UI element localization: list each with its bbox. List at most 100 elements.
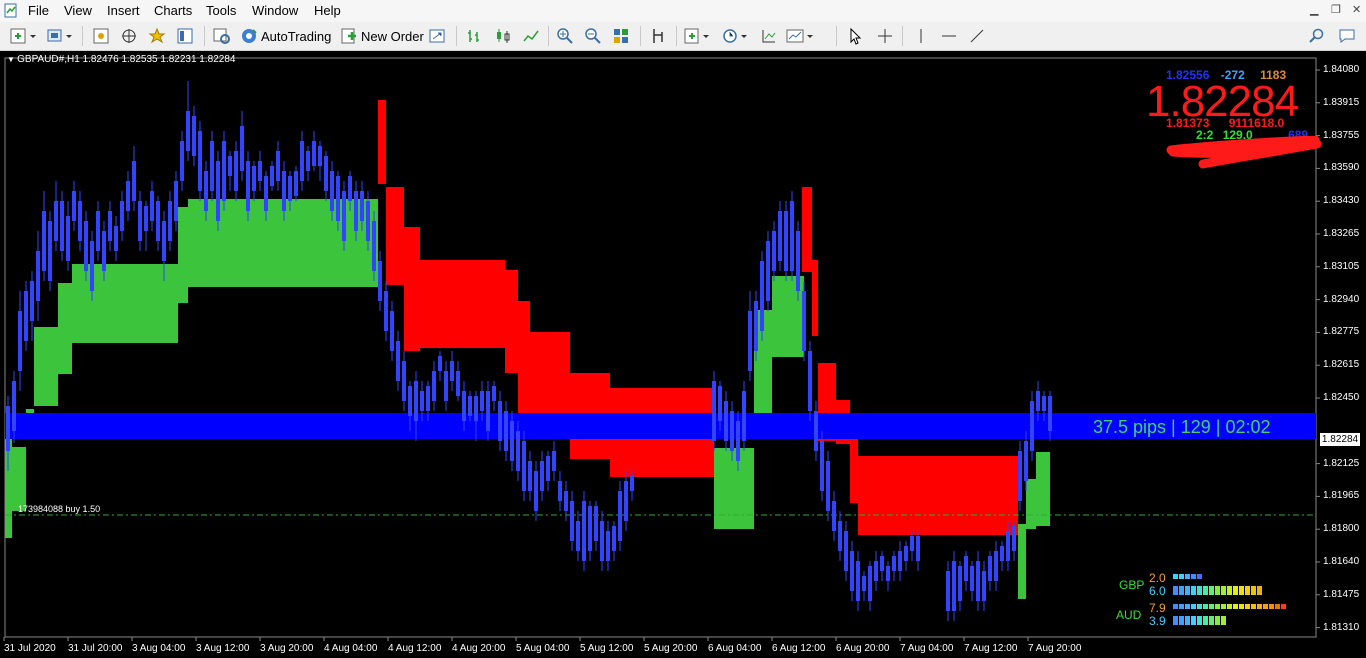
candle-body xyxy=(252,166,256,191)
candle-body xyxy=(276,151,280,181)
profiles-button[interactable] xyxy=(46,25,74,47)
strength-bar xyxy=(1191,574,1196,579)
autotrading-icon xyxy=(242,29,257,43)
search-icon[interactable] xyxy=(1308,25,1326,47)
candle-body xyxy=(30,281,34,321)
candlestick-icon[interactable] xyxy=(494,25,512,47)
vertical-line-icon[interactable] xyxy=(912,25,930,47)
candle-body xyxy=(522,441,526,491)
menu-insert[interactable]: Insert xyxy=(107,3,140,19)
candle-body xyxy=(892,556,896,571)
chart-templates-button[interactable] xyxy=(786,25,816,47)
strength-bar xyxy=(1239,586,1244,595)
candle-body xyxy=(486,391,490,431)
price-axis-label: 1.81965 xyxy=(1323,490,1360,502)
candle-body xyxy=(342,191,346,241)
candle-body xyxy=(96,211,100,251)
cursor-icon[interactable] xyxy=(846,25,864,47)
band-segment xyxy=(518,301,530,415)
candle-body xyxy=(258,161,262,181)
candle-body xyxy=(970,566,974,591)
strength-bar xyxy=(1233,586,1238,595)
redaction-scribble xyxy=(1166,136,1322,169)
candle-body xyxy=(736,421,740,461)
strength-bar xyxy=(1245,604,1250,609)
candle-body xyxy=(318,146,322,166)
fullscreen-icon[interactable] xyxy=(428,25,446,47)
candle-body xyxy=(246,161,250,211)
navigator-icon[interactable] xyxy=(120,25,138,47)
candle-body xyxy=(796,231,800,291)
menu-window[interactable]: Window xyxy=(252,3,298,19)
zoom-out-icon[interactable] xyxy=(584,25,602,47)
candle-body xyxy=(90,241,94,291)
candle-body xyxy=(36,251,40,301)
candle-body xyxy=(138,201,142,241)
terminal-icon[interactable] xyxy=(176,25,194,47)
price-axis-label: 1.81310 xyxy=(1323,621,1360,633)
strength-bar xyxy=(1227,586,1232,595)
price-axis-label: 1.83755 xyxy=(1323,129,1360,141)
menu-view[interactable]: View xyxy=(64,3,92,19)
strength-aud-v2: 3.9 xyxy=(1149,614,1166,628)
candle-body xyxy=(618,491,622,541)
candle-body xyxy=(988,556,992,581)
menu-charts[interactable]: Charts xyxy=(154,3,192,19)
strength-bar xyxy=(1197,616,1202,625)
chart-shift-icon[interactable] xyxy=(650,25,668,47)
time-axis-label: 5 Aug 20:00 xyxy=(644,643,698,654)
autotrading-button[interactable]: AutoTrading xyxy=(240,25,331,47)
chart-window[interactable]: ▼ GBPAUD#,H1 1.82476 1.82535 1.82231 1.8… xyxy=(0,51,1366,658)
candle-body xyxy=(234,151,238,191)
market-watch-icon[interactable] xyxy=(92,25,110,47)
time-axis-label: 7 Aug 12:00 xyxy=(964,643,1018,654)
strength-bar xyxy=(1191,586,1196,595)
trendline-icon[interactable] xyxy=(968,25,986,47)
price-chart[interactable] xyxy=(0,51,1366,658)
tile-windows-icon[interactable] xyxy=(612,25,630,47)
new-chart-button[interactable] xyxy=(10,25,38,47)
chat-icon[interactable] xyxy=(1338,25,1356,47)
new-order-button[interactable]: New Order xyxy=(340,25,424,47)
candle-body xyxy=(78,201,82,241)
time-axis-label: 4 Aug 04:00 xyxy=(324,643,378,654)
app-icon xyxy=(4,3,17,18)
candle-body xyxy=(994,551,998,581)
candle-body xyxy=(558,481,562,501)
candle-body xyxy=(222,141,226,201)
candle-body xyxy=(492,386,496,401)
strength-bar xyxy=(1185,616,1190,625)
candle-body xyxy=(552,451,556,471)
strength-bar xyxy=(1185,604,1190,609)
candle-body xyxy=(474,396,478,421)
candle-body xyxy=(300,141,304,181)
bar-chart-icon[interactable] xyxy=(466,25,484,47)
menu-file[interactable]: File xyxy=(28,3,49,19)
candle-body xyxy=(570,501,574,541)
minimize-icon[interactable]: ▁ xyxy=(1310,3,1318,16)
menu-help[interactable]: Help xyxy=(314,3,341,19)
favorites-icon[interactable] xyxy=(148,25,166,47)
zoom-in-icon[interactable] xyxy=(556,25,574,47)
restore-icon[interactable]: ❐ xyxy=(1331,3,1341,16)
candle-body xyxy=(724,401,728,441)
line-chart-icon[interactable] xyxy=(522,25,540,47)
periods-button[interactable] xyxy=(722,25,750,47)
price-axis-label: 1.82615 xyxy=(1323,359,1360,371)
candle-body xyxy=(832,501,836,531)
candle-body xyxy=(210,141,214,191)
indicators-button[interactable] xyxy=(684,25,712,47)
strategy-tester-icon[interactable] xyxy=(212,25,232,47)
chart-dropdown-icon[interactable]: ▼ xyxy=(7,55,17,64)
candle-body xyxy=(564,491,568,511)
crosshair-icon[interactable] xyxy=(876,25,894,47)
candle-body xyxy=(826,461,830,511)
candle-body xyxy=(904,546,908,561)
templates-icon[interactable] xyxy=(760,25,778,47)
close-icon[interactable]: ✕ xyxy=(1352,3,1361,16)
horizontal-line-icon[interactable] xyxy=(940,25,958,47)
candle-body xyxy=(192,116,196,156)
candle-body xyxy=(204,171,208,211)
strength-bar xyxy=(1173,574,1178,579)
menu-tools[interactable]: Tools xyxy=(206,3,236,19)
